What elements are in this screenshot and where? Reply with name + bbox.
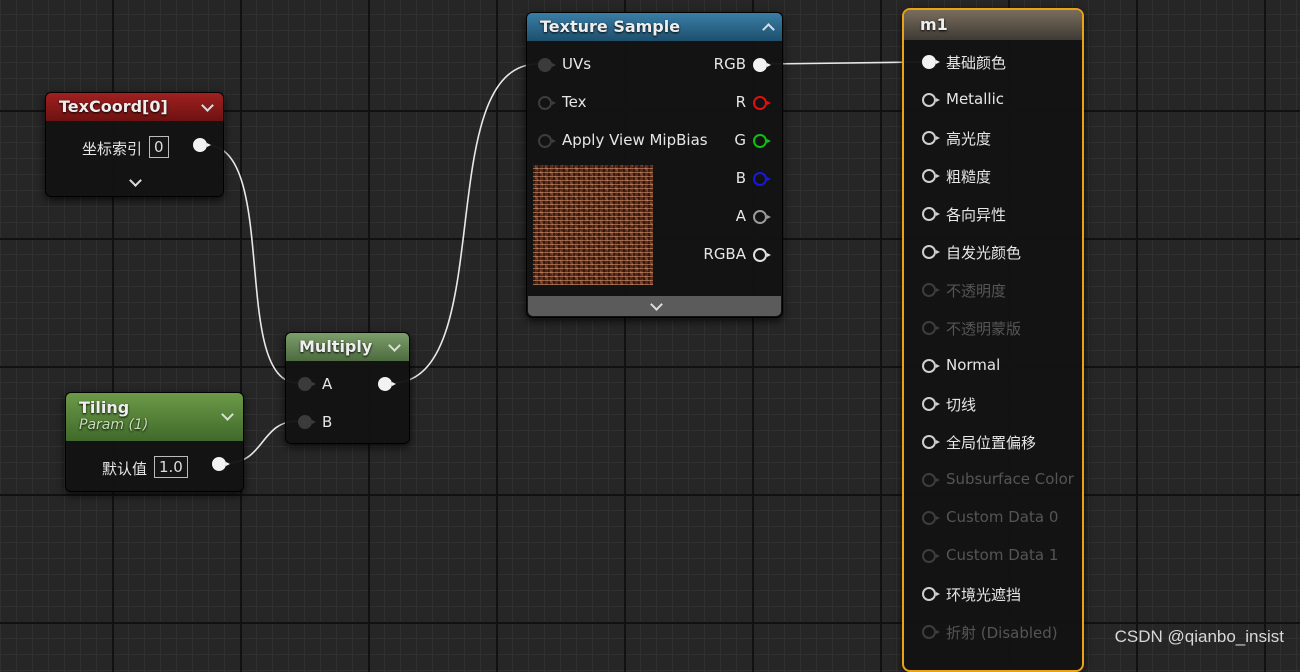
material-input-label: 环境光遮挡 xyxy=(946,586,1022,604)
material-input-pin[interactable] xyxy=(922,207,940,221)
material-input-label: Custom Data 1 xyxy=(946,546,1059,564)
material-output-node[interactable]: m1 基础颜色 Metallic 高光度粗糙度各向异性自发光颜色不透明度不透明蒙版 N… xyxy=(902,8,1084,672)
material-input-pin[interactable] xyxy=(922,321,940,335)
apply-view-mipbias-input-label: Apply View MipBias xyxy=(562,131,708,149)
material-input-label: 高光度 xyxy=(946,130,992,148)
material-input-pin[interactable] xyxy=(922,397,940,411)
texcoord-output-pin[interactable] xyxy=(193,138,211,152)
texcoord-node[interactable]: TexCoord[0] 坐标索引 0 xyxy=(45,92,224,197)
r-output-pin[interactable] xyxy=(753,96,771,110)
r-output-label: R xyxy=(735,93,746,111)
multiply-input-b-pin[interactable] xyxy=(298,415,316,429)
material-node-header[interactable]: m1 xyxy=(904,10,1082,40)
material-input-pin[interactable] xyxy=(922,55,940,69)
tex-input-label: Tex xyxy=(562,93,587,111)
b-output-pin[interactable] xyxy=(753,172,771,186)
material-input-label: 各向异性 xyxy=(946,206,1007,224)
wire-multiply-to-uvs[interactable] xyxy=(391,63,539,384)
material-input-label: 不透明度 xyxy=(946,282,1007,300)
tiling-title: Tiling xyxy=(79,398,130,417)
multiply-input-a-label: A xyxy=(322,375,333,393)
uvs-input-pin[interactable] xyxy=(538,58,556,72)
uvs-input-label: UVs xyxy=(562,55,592,73)
material-title: m1 xyxy=(920,15,948,34)
texture-sample-title: Texture Sample xyxy=(540,17,681,36)
a-output-label: A xyxy=(735,207,746,225)
material-input-label: Normal xyxy=(946,356,1001,374)
multiply-node[interactable]: Multiply A B xyxy=(285,332,410,444)
material-input-label: Custom Data 0 xyxy=(946,508,1059,526)
multiply-input-b-label: B xyxy=(322,413,333,431)
material-input-pin[interactable] xyxy=(922,587,940,601)
material-input-pin[interactable] xyxy=(922,169,940,183)
g-output-label: G xyxy=(734,131,746,149)
material-input-pin[interactable] xyxy=(922,131,940,145)
material-input-label: 粗糙度 xyxy=(946,168,992,186)
material-input-label: 全局位置偏移 xyxy=(946,434,1037,452)
material-input-pin[interactable] xyxy=(922,359,940,373)
rgba-output-label: RGBA xyxy=(703,245,746,263)
b-output-label: B xyxy=(735,169,746,187)
default-value-field[interactable]: 1.0 xyxy=(154,456,188,478)
tiling-node[interactable]: Tiling Param (1) 默认值 1.0 xyxy=(65,392,244,492)
wire-rgb-to-base-color[interactable] xyxy=(766,61,923,65)
texture-sample-node[interactable]: Texture Sample UVs Tex Apply View MipBia… xyxy=(526,12,783,318)
collapse-chevron-icon[interactable] xyxy=(201,99,214,112)
expand-chevron-icon[interactable] xyxy=(129,174,142,187)
coordinate-index-label: 坐标索引 xyxy=(82,140,143,158)
g-output-pin[interactable] xyxy=(753,134,771,148)
material-input-label: 自发光颜色 xyxy=(946,244,1022,262)
coordinate-index-field[interactable]: 0 xyxy=(149,136,169,158)
apply-view-mipbias-input-pin[interactable] xyxy=(538,134,556,148)
material-input-pin[interactable] xyxy=(922,435,940,449)
material-input-pin[interactable] xyxy=(922,625,940,639)
material-input-pin[interactable] xyxy=(922,549,940,563)
texture-sample-node-header[interactable]: Texture Sample xyxy=(527,13,782,41)
multiply-node-header[interactable]: Multiply xyxy=(286,333,409,361)
rgb-output-pin[interactable] xyxy=(753,58,771,72)
material-input-pin[interactable] xyxy=(922,473,940,487)
collapse-chevron-icon[interactable] xyxy=(762,23,775,36)
rgba-output-pin[interactable] xyxy=(753,248,771,262)
rgb-output-label: RGB xyxy=(713,55,746,73)
multiply-input-a-pin[interactable] xyxy=(298,377,316,391)
csdn-watermark: CSDN @qianbo_insist xyxy=(1114,627,1284,646)
multiply-output-pin[interactable] xyxy=(378,377,396,391)
material-input-label: 基础颜色 xyxy=(946,54,1007,72)
default-value-label: 默认值 xyxy=(102,460,148,478)
material-input-pin[interactable] xyxy=(922,245,940,259)
texcoord-title: TexCoord[0] xyxy=(59,97,168,116)
tex-input-pin[interactable] xyxy=(538,96,556,110)
material-input-label: 切线 xyxy=(946,396,977,414)
material-input-label: Metallic xyxy=(946,90,1004,108)
advanced-expander-bar[interactable] xyxy=(528,296,781,316)
expand-chevron-icon[interactable] xyxy=(650,298,663,311)
material-input-label: Subsurface Color xyxy=(946,470,1074,488)
tiling-node-header[interactable]: Tiling Param (1) xyxy=(66,393,243,441)
texture-preview-thumbnail xyxy=(533,165,653,285)
tiling-output-pin[interactable] xyxy=(212,457,230,471)
collapse-chevron-icon[interactable] xyxy=(388,339,401,352)
material-input-pin[interactable] xyxy=(922,93,940,107)
texcoord-node-header[interactable]: TexCoord[0] xyxy=(46,93,223,121)
material-input-label: 折射 (Disabled) xyxy=(946,624,1058,642)
tiling-subtitle: Param (1) xyxy=(79,417,149,433)
material-input-pin[interactable] xyxy=(922,283,940,297)
multiply-title: Multiply xyxy=(299,337,373,356)
material-input-label: 不透明蒙版 xyxy=(946,320,1022,338)
material-input-pin[interactable] xyxy=(922,511,940,525)
a-output-pin[interactable] xyxy=(753,210,771,224)
